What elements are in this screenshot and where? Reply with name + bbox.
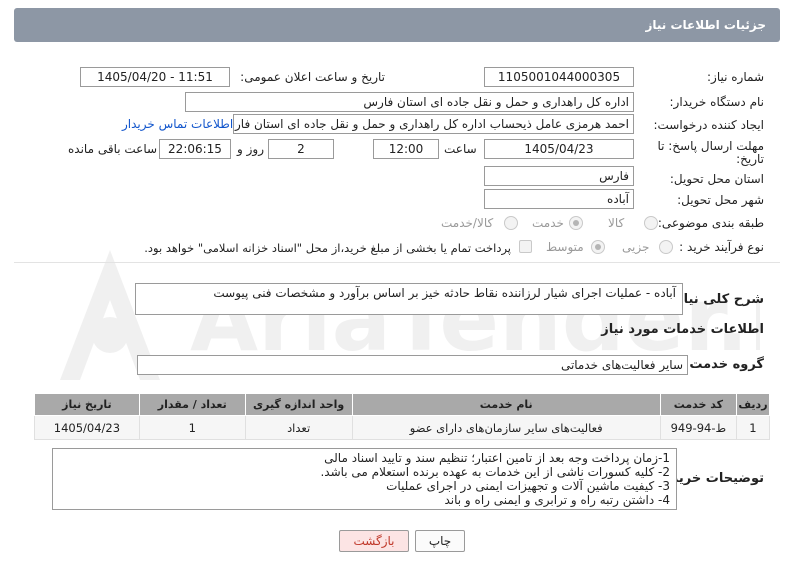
purchase-radio-medium[interactable] — [591, 240, 605, 254]
col-header-need-date: تاریخ نیاز — [34, 393, 140, 416]
deadline-date-field: 1405/04/23 — [484, 139, 634, 159]
services-table: ردیف کد خدمت نام خدمت واحد اندازه گیری ت… — [34, 393, 771, 440]
treasury-payment-note: پرداخت تمام یا بخشی از مبلغ خرید،از محل … — [144, 241, 511, 255]
remaining-time-label: ساعت باقی مانده — [68, 142, 158, 156]
deadline-time-field: 12:00 — [373, 139, 439, 159]
table-cell-unit: تعداد — [244, 415, 353, 440]
table-cell-row: 1 — [735, 415, 771, 440]
service-group-label: گروه خدمت: — [684, 357, 764, 372]
services-section-title: اطلاعات خدمات مورد نیاز — [601, 322, 764, 337]
col-header-row: ردیف — [735, 393, 771, 416]
province-label: استان محل تحویل: — [669, 172, 764, 186]
category-radio-goods-service[interactable] — [504, 216, 518, 230]
need-number-field: 1105001044000305 — [484, 67, 634, 87]
city-field: آباده — [484, 189, 634, 209]
summary-field: آباده - عملیات اجرای شیار لرزاننده نقاط … — [135, 283, 683, 315]
table-cell-service-name: فعالیت‌های سایر سازمان‌های دارای عضو — [351, 415, 661, 440]
col-header-unit: واحد اندازه گیری — [244, 393, 353, 416]
table-cell-quantity: 1 — [138, 415, 246, 440]
buyer-field: اداره کل راهداری و حمل و نقل جاده ای است… — [185, 92, 634, 112]
purchase-option-minor: جزیی — [622, 240, 650, 254]
back-button[interactable]: بازگشت — [339, 530, 409, 552]
creator-label: ایجاد کننده درخواست: — [653, 118, 764, 132]
category-option-service: خدمت — [532, 216, 564, 230]
announce-label: تاریخ و ساعت اعلان عمومی: — [240, 70, 385, 84]
category-radio-service[interactable] — [569, 216, 583, 230]
table-cell-code: ط-94-949 — [659, 415, 737, 440]
col-header-service-name: نام خدمت — [351, 393, 661, 416]
buyer-note-line: 2- کلیه کسورات ناشی از این خدمات به عهده… — [320, 465, 670, 479]
print-button[interactable]: چاپ — [415, 530, 465, 552]
category-option-goods-service: کالا/خدمت — [441, 216, 494, 230]
buyer-notes-field: 1-زمان پرداخت وجه بعد از تامین اعتبار؛ ت… — [52, 448, 677, 510]
category-label: طبقه بندی موضوعی: — [657, 216, 764, 230]
deadline-time-label: ساعت — [444, 142, 477, 156]
buyer-note-line: 3- کیفیت ماشین آلات و تجهیزات ایمنی در ا… — [386, 479, 670, 493]
deadline-label-line1: مهلت ارسال پاسخ: تا — [657, 139, 764, 153]
buyer-note-line: 1-زمان پرداخت وجه بعد از تامین اعتبار؛ ت… — [324, 451, 670, 465]
announce-field: 1405/04/20 - 11:51 — [80, 67, 230, 87]
buyer-label: نام دستگاه خریدار: — [669, 95, 765, 109]
province-field: فارس — [484, 166, 634, 186]
creator-field: احمد هرمزی عامل ذیحساب اداره کل راهداری … — [233, 114, 634, 134]
purchase-radio-minor[interactable] — [659, 240, 673, 254]
remaining-time-field: 22:06:15 — [159, 139, 231, 159]
city-label: شهر محل تحویل: — [677, 193, 764, 207]
buyer-contact-link[interactable]: اطلاعات تماس خریدار — [122, 117, 233, 131]
purchase-option-medium: متوسط — [546, 240, 584, 254]
table-cell-need-date: 1405/04/23 — [34, 415, 140, 440]
treasury-payment-checkbox[interactable] — [519, 240, 532, 253]
service-group-field: سایر فعالیت‌های خدماتی — [137, 355, 688, 375]
need-number-label: شماره نیاز: — [707, 70, 764, 84]
page-title: جزئیات اطلاعات نیاز — [645, 18, 766, 32]
col-header-quantity: تعداد / مقدار — [138, 393, 246, 416]
deadline-days-field: 2 — [268, 139, 334, 159]
col-header-code: کد خدمت — [659, 393, 737, 416]
summary-label: شرح کلی نیاز: — [670, 292, 764, 307]
divider — [14, 262, 780, 263]
category-option-goods: کالا — [608, 216, 625, 230]
deadline-label-line2: تاریخ: — [736, 152, 764, 166]
category-radio-goods[interactable] — [644, 216, 658, 230]
purchase-type-label: نوع فرآیند خرید : — [679, 240, 764, 254]
table-row: 1 ط-94-949 فعالیت‌های سایر سازمان‌های دا… — [34, 415, 771, 440]
buyer-note-line: 4- داشتن رتبه راه و ترابری و ایمنی راه و… — [444, 493, 670, 507]
deadline-days-label: روز و — [237, 142, 264, 156]
